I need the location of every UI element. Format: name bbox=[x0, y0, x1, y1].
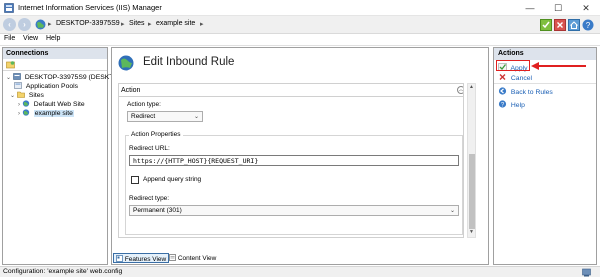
app-pools-icon bbox=[14, 82, 22, 89]
content-view-label: Content View bbox=[177, 255, 217, 262]
tree-label-selected: example site bbox=[33, 110, 74, 117]
folder-icon bbox=[17, 91, 25, 98]
actions-divider bbox=[494, 83, 596, 84]
help-icon: ? bbox=[498, 100, 507, 108]
back-to-rules-action[interactable]: Back to Rules bbox=[498, 87, 553, 96]
iis-app-icon bbox=[4, 3, 14, 13]
expand-arrow-icon[interactable]: ⌄ bbox=[6, 75, 11, 81]
refresh-toolbar-icon[interactable] bbox=[540, 19, 552, 31]
stop-toolbar-icon[interactable] bbox=[554, 19, 566, 31]
status-bar: Configuration: 'example site' web.config bbox=[0, 266, 600, 277]
tree-item-example-site[interactable]: › example site bbox=[18, 109, 74, 118]
scroll-down-icon[interactable]: ▼ bbox=[468, 229, 475, 237]
menu-file[interactable]: File bbox=[4, 35, 15, 42]
minimize-button[interactable]: — bbox=[516, 0, 544, 16]
help-toolbar-icon[interactable]: ? bbox=[582, 19, 594, 31]
rule-form: Action ︿ Action type: Redirect ⌄ Action … bbox=[118, 83, 464, 238]
connections-panel: Connections ⌄ DESKTOP-33975S9 (DESKTOP- … bbox=[2, 47, 125, 265]
crumb-server[interactable]: DESKTOP-33975S9 bbox=[56, 20, 120, 27]
svg-text:?: ? bbox=[586, 21, 591, 30]
tree-label: Default Web Site bbox=[33, 101, 85, 108]
maximize-button[interactable]: ☐ bbox=[544, 0, 572, 16]
tree-item-app-pools[interactable]: Application Pools bbox=[14, 82, 78, 91]
annotation-arrow-icon bbox=[531, 62, 586, 70]
page-title: Edit Inbound Rule bbox=[143, 56, 235, 68]
crumb-separator: ▸ bbox=[148, 21, 152, 28]
crumb-separator: ▸ bbox=[48, 21, 52, 28]
globe-icon bbox=[22, 109, 30, 116]
redirect-type-select[interactable]: Permanent (301) ⌄ bbox=[129, 205, 459, 216]
features-view-label: Features View bbox=[124, 256, 167, 263]
action-type-value: Redirect bbox=[131, 113, 156, 120]
append-query-label: Append query string bbox=[143, 176, 202, 183]
forward-arrow-icon[interactable]: › bbox=[18, 18, 31, 31]
status-text: Configuration: 'example site' web.config bbox=[3, 268, 123, 275]
crumb-separator: ▸ bbox=[121, 21, 125, 28]
redirect-url-value: https://{HTTP_HOST}{REQUEST_URI} bbox=[133, 157, 259, 165]
chevron-down-icon: ⌄ bbox=[193, 114, 199, 120]
content-view-icon bbox=[169, 254, 176, 261]
home-toolbar-icon[interactable] bbox=[568, 19, 580, 31]
back-icon bbox=[498, 87, 507, 95]
tree-item-default-web-site[interactable]: › Default Web Site bbox=[18, 100, 85, 109]
crumb-example-site[interactable]: example site bbox=[156, 20, 195, 27]
window-title: Internet Information Services (IIS) Mana… bbox=[18, 3, 162, 12]
title-bar: Internet Information Services (IIS) Mana… bbox=[0, 0, 600, 16]
redirect-url-input[interactable]: https://{HTTP_HOST}{REQUEST_URI} bbox=[129, 155, 459, 166]
actions-panel: Actions Apply Cancel Back to Rules ? Hel… bbox=[493, 47, 597, 265]
action-type-select[interactable]: Redirect ⌄ bbox=[127, 111, 203, 122]
section-divider bbox=[119, 96, 463, 97]
back-arrow-icon[interactable]: ‹ bbox=[3, 18, 16, 31]
cancel-icon bbox=[499, 74, 506, 80]
menu-help[interactable]: Help bbox=[46, 35, 60, 42]
crumb-sites[interactable]: Sites bbox=[129, 20, 145, 27]
page-globe-icon bbox=[118, 55, 134, 71]
connections-title: Connections bbox=[3, 48, 107, 59]
globe-icon bbox=[35, 19, 46, 30]
redirect-type-label: Redirect type: bbox=[129, 195, 170, 202]
help-label: Help bbox=[510, 102, 525, 109]
scrollbar-thumb[interactable] bbox=[469, 154, 475, 229]
actions-title: Actions bbox=[494, 48, 596, 60]
connections-toolbar bbox=[3, 59, 107, 71]
main-panel: Edit Inbound Rule Action ︿ Action type: … bbox=[111, 47, 489, 265]
help-action[interactable]: ? Help bbox=[498, 100, 525, 109]
action-type-label: Action type: bbox=[127, 101, 161, 108]
apply-highlight-box bbox=[496, 60, 530, 71]
expand-arrow-icon[interactable]: › bbox=[18, 102, 20, 108]
redirect-type-value: Permanent (301) bbox=[133, 207, 182, 214]
scroll-up-icon[interactable]: ▲ bbox=[468, 84, 475, 92]
action-properties-label: Action Properties bbox=[129, 131, 183, 138]
redirect-url-label: Redirect URL: bbox=[129, 145, 170, 152]
server-icon bbox=[13, 73, 21, 80]
action-properties-group bbox=[125, 135, 463, 235]
tab-content-view[interactable]: Content View bbox=[167, 253, 218, 263]
close-button[interactable]: ✕ bbox=[572, 0, 600, 16]
create-connection-icon[interactable] bbox=[6, 61, 15, 69]
globe-icon bbox=[22, 100, 30, 107]
tab-features-view[interactable]: Features View bbox=[113, 253, 170, 263]
action-section-header: Action bbox=[121, 87, 141, 94]
menu-view[interactable]: View bbox=[23, 35, 38, 42]
chevron-down-icon: ⌄ bbox=[449, 208, 455, 214]
append-query-checkbox[interactable] bbox=[131, 176, 139, 184]
tree-item-sites[interactable]: ⌄ Sites bbox=[10, 91, 44, 100]
crumb-separator: ▸ bbox=[200, 21, 204, 28]
vertical-scrollbar[interactable]: ▲ ▼ bbox=[467, 83, 476, 238]
collapse-section-icon[interactable]: ︿ bbox=[457, 86, 463, 94]
tree-item-server[interactable]: ⌄ DESKTOP-33975S9 (DESKTOP- bbox=[6, 73, 125, 82]
address-bar: ‹ › ▸ DESKTOP-33975S9 ▸ Sites ▸ example … bbox=[0, 16, 600, 34]
cancel-action[interactable]: Cancel bbox=[498, 73, 532, 82]
back-to-rules-label: Back to Rules bbox=[510, 89, 553, 96]
expand-arrow-icon[interactable]: › bbox=[18, 111, 20, 117]
features-view-icon bbox=[116, 255, 123, 262]
cancel-label: Cancel bbox=[510, 75, 533, 82]
expand-arrow-icon[interactable]: ⌄ bbox=[10, 93, 15, 99]
tree-label: Sites bbox=[28, 92, 44, 99]
tree-label: Application Pools bbox=[25, 83, 79, 90]
network-status-icon bbox=[582, 268, 591, 277]
menu-bar: File View Help bbox=[0, 34, 600, 46]
